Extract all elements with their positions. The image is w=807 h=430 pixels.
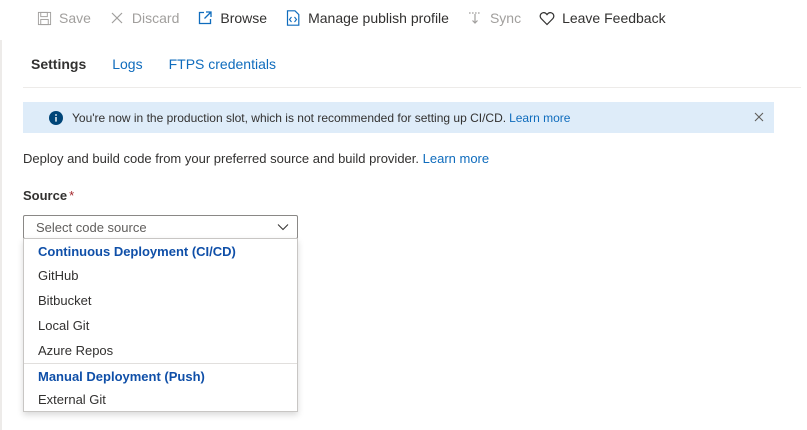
tab-list: Settings Logs FTPS credentials bbox=[31, 56, 302, 78]
command-bar: Save Discard Browse Manage publish profi… bbox=[0, 0, 807, 36]
info-message-text: You're now in the production slot, which… bbox=[72, 110, 507, 125]
source-select[interactable]: Select code source bbox=[23, 215, 298, 239]
dropdown-option-bitbucket[interactable]: Bitbucket bbox=[24, 288, 297, 312]
open-external-icon bbox=[197, 10, 213, 26]
close-icon bbox=[109, 10, 125, 26]
tab-settings[interactable]: Settings bbox=[31, 56, 86, 78]
close-icon[interactable] bbox=[752, 110, 766, 124]
discard-button[interactable]: Discard bbox=[109, 0, 179, 36]
tab-logs[interactable]: Logs bbox=[112, 56, 142, 78]
manage-publish-profile-button[interactable]: Manage publish profile bbox=[285, 0, 449, 36]
tab-ftps-credentials[interactable]: FTPS credentials bbox=[169, 56, 276, 78]
save-button[interactable]: Save bbox=[36, 0, 91, 36]
sync-label: Sync bbox=[489, 10, 522, 26]
heart-icon bbox=[539, 10, 555, 26]
dropdown-group-header: Manual Deployment (Push) bbox=[38, 368, 205, 384]
dropdown-option-github[interactable]: GitHub bbox=[24, 263, 297, 287]
dropdown-option-local-git[interactable]: Local Git bbox=[24, 313, 297, 337]
manage-publish-profile-label: Manage publish profile bbox=[308, 10, 449, 26]
info-message-bar: You're now in the production slot, which… bbox=[23, 102, 774, 133]
sync-icon bbox=[467, 10, 483, 26]
leave-feedback-button[interactable]: Leave Feedback bbox=[539, 0, 666, 36]
info-icon bbox=[49, 110, 63, 125]
description: Deploy and build code from your preferre… bbox=[23, 151, 489, 166]
browse-label: Browse bbox=[220, 10, 268, 26]
save-icon bbox=[36, 10, 52, 26]
dropdown-option-external-git[interactable]: External Git bbox=[24, 387, 297, 411]
left-divider bbox=[0, 40, 2, 430]
chevron-down-icon bbox=[277, 221, 289, 233]
info-learn-more-link[interactable]: Learn more bbox=[509, 111, 570, 125]
source-label-text: Source bbox=[23, 188, 68, 203]
leave-feedback-label: Leave Feedback bbox=[562, 10, 666, 26]
required-marker: * bbox=[69, 188, 75, 203]
dropdown-option-azure-repos[interactable]: Azure Repos bbox=[24, 338, 297, 362]
sync-button[interactable]: Sync bbox=[467, 0, 521, 36]
description-learn-more-link[interactable]: Learn more bbox=[423, 151, 489, 166]
dropdown-group-header: Continuous Deployment (CI/CD) bbox=[38, 243, 236, 259]
file-code-icon bbox=[285, 10, 301, 26]
save-label: Save bbox=[59, 10, 91, 26]
source-dropdown-menu: Continuous Deployment (CI/CD) GitHub Bit… bbox=[23, 238, 298, 412]
tab-divider bbox=[23, 87, 801, 88]
description-text: Deploy and build code from your preferre… bbox=[23, 151, 420, 166]
browse-button[interactable]: Browse bbox=[197, 0, 267, 36]
source-label: Source * bbox=[23, 188, 74, 203]
discard-label: Discard bbox=[131, 10, 180, 26]
source-select-placeholder: Select code source bbox=[36, 219, 147, 235]
